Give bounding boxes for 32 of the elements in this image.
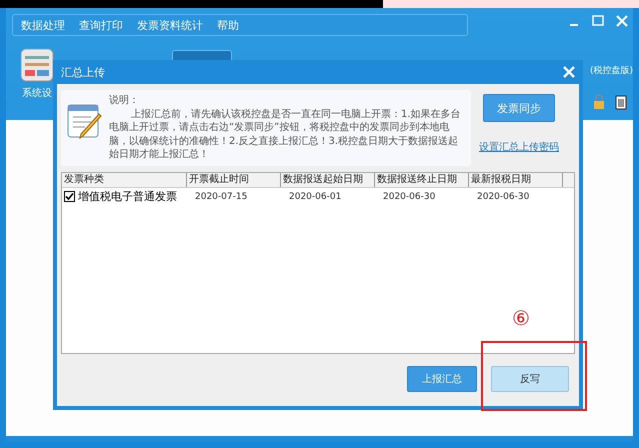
checkbox[interactable]	[64, 191, 75, 202]
software-edition: (税控盘版)	[590, 64, 633, 77]
column-header[interactable]: 最新报税日期	[469, 172, 563, 186]
menu-item[interactable]: 查询打印	[79, 18, 123, 32]
note-text: 上报汇总前，请先确认该税控盘是否一直在同一电脑上开票：1.如果在多台电脑上开过票，请点击右边“发票同步”按钮，将税控盘中的发票同步到本地电脑，以确保统计的准确性！2.反之直接上报汇总！3.税控盘日期大于数据报送起始日期才能上报汇总！	[109, 108, 462, 162]
menu-item[interactable]: 数据处理	[21, 18, 65, 32]
maximize-icon[interactable]	[591, 14, 605, 28]
column-header[interactable]: 数据报送终止日期	[375, 172, 469, 186]
dialog-button[interactable]: 反写	[491, 366, 569, 392]
set-password-link[interactable]: 设置汇总上传密码	[479, 140, 559, 154]
notepad-pencil-icon	[67, 102, 103, 140]
table-cell-text: 2020-07-15	[194, 192, 248, 202]
table-cell-text: 2020-06-01	[288, 192, 342, 202]
menu-item[interactable]: 发票资料统计	[137, 18, 203, 32]
close-icon[interactable]	[563, 66, 575, 78]
dialog-title: 汇总上传	[61, 64, 105, 80]
column-header[interactable]: 发票种类	[62, 172, 187, 186]
table-cell-text: 2020-06-30	[382, 192, 436, 202]
table-cell-text: 2020-06-30	[476, 192, 530, 202]
column-header[interactable]: 数据报送起始日期	[281, 172, 375, 186]
note-label: 说明：	[109, 94, 140, 108]
invoice-sync-button[interactable]: 发票同步	[483, 94, 555, 122]
clipboard-icon[interactable]	[613, 94, 629, 110]
menu-item[interactable]: 帮助	[217, 18, 239, 32]
dialog-button[interactable]: 上报汇总	[407, 366, 477, 392]
table-cell: 增值税电子普通发票	[78, 189, 177, 204]
settings-panel-icon[interactable]	[20, 48, 54, 82]
close-icon[interactable]	[615, 14, 629, 28]
column-header[interactable]: 开票截止时间	[187, 172, 281, 186]
lock-icon[interactable]	[591, 94, 607, 110]
toolbar-label: 系统设	[22, 86, 52, 100]
step-number: ⑥	[512, 306, 530, 330]
